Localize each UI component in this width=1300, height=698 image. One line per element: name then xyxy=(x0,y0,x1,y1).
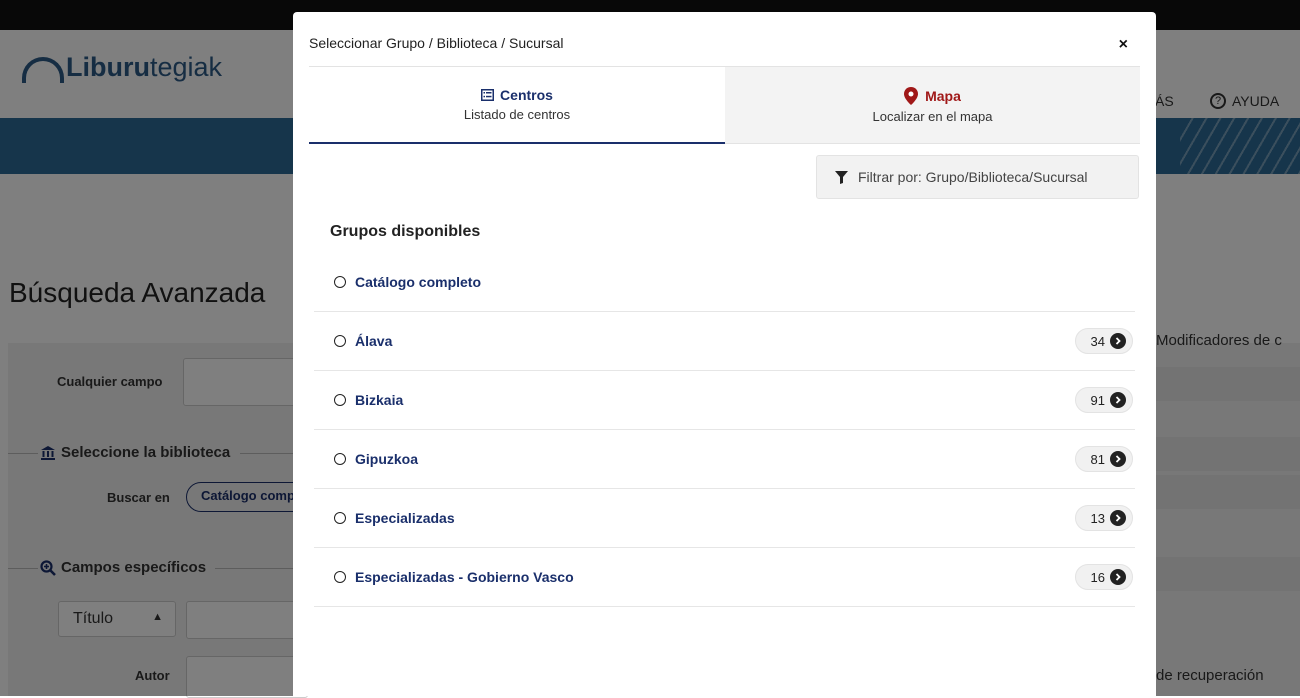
tab-centros[interactable]: Centros Listado de centros xyxy=(309,67,725,144)
tab-centros-sub: Listado de centros xyxy=(463,107,571,122)
modal-tabs: Centros Listado de centros Mapa Localiza… xyxy=(309,66,1140,145)
list-icon xyxy=(481,89,495,101)
tab-mapa[interactable]: Mapa Localizar en el mapa xyxy=(725,67,1140,144)
count-value: 16 xyxy=(1090,569,1105,585)
group-item-catalogo[interactable]: Catálogo completo xyxy=(314,252,1135,312)
chevron-right-circle-icon xyxy=(1110,510,1126,526)
count-badge[interactable]: 81 xyxy=(1075,446,1133,472)
count-badge[interactable]: 13 xyxy=(1075,505,1133,531)
chevron-right-circle-icon xyxy=(1110,569,1126,585)
group-label[interactable]: Álava xyxy=(355,333,392,349)
close-button[interactable]: × xyxy=(1119,36,1128,54)
count-badge[interactable]: 34 xyxy=(1075,328,1133,354)
group-item-alava[interactable]: Álava 34 xyxy=(314,312,1135,371)
group-label[interactable]: Especializadas xyxy=(355,510,455,526)
tab-mapa-label: Mapa xyxy=(925,88,961,104)
tab-mapa-sub: Localizar en el mapa xyxy=(872,109,993,124)
group-item-gipuzkoa[interactable]: Gipuzkoa 81 xyxy=(314,430,1135,489)
count-badge[interactable]: 16 xyxy=(1075,564,1133,590)
radio-button[interactable] xyxy=(334,571,346,583)
group-label[interactable]: Bizkaia xyxy=(355,392,403,408)
radio-button[interactable] xyxy=(334,335,346,347)
chevron-right-circle-icon xyxy=(1110,451,1126,467)
group-label[interactable]: Gipuzkoa xyxy=(355,451,418,467)
chevron-right-circle-icon xyxy=(1110,392,1126,408)
radio-button[interactable] xyxy=(334,276,346,288)
radio-button[interactable] xyxy=(334,394,346,406)
tab-centros-label: Centros xyxy=(500,87,553,103)
group-item-especializadas-gobierno-vasco[interactable]: Especializadas - Gobierno Vasco 16 xyxy=(314,548,1135,607)
count-value: 34 xyxy=(1090,333,1105,349)
count-value: 81 xyxy=(1090,451,1105,467)
group-item-especializadas[interactable]: Especializadas 13 xyxy=(314,489,1135,548)
count-value: 13 xyxy=(1090,510,1105,526)
count-value: 91 xyxy=(1090,392,1105,408)
filter-icon xyxy=(835,170,848,184)
grupos-title: Grupos disponibles xyxy=(330,223,481,240)
map-marker-icon xyxy=(904,87,919,105)
groups-list: Catálogo completo Álava 34 Bizkaia 91 Gi… xyxy=(314,252,1135,607)
radio-button[interactable] xyxy=(334,453,346,465)
group-item-bizkaia[interactable]: Bizkaia 91 xyxy=(314,371,1135,430)
modal-title: Seleccionar Grupo / Biblioteca / Sucursa… xyxy=(309,35,564,51)
group-label[interactable]: Catálogo completo xyxy=(355,274,481,290)
radio-button[interactable] xyxy=(334,512,346,524)
group-label[interactable]: Especializadas - Gobierno Vasco xyxy=(355,569,574,585)
count-badge[interactable]: 91 xyxy=(1075,387,1133,413)
filter-label: Filtrar por: Grupo/Biblioteca/Sucursal xyxy=(858,169,1088,185)
select-group-modal: Seleccionar Grupo / Biblioteca / Sucursa… xyxy=(293,12,1156,696)
chevron-right-circle-icon xyxy=(1110,333,1126,349)
filter-button[interactable]: Filtrar por: Grupo/Biblioteca/Sucursal xyxy=(816,155,1139,199)
